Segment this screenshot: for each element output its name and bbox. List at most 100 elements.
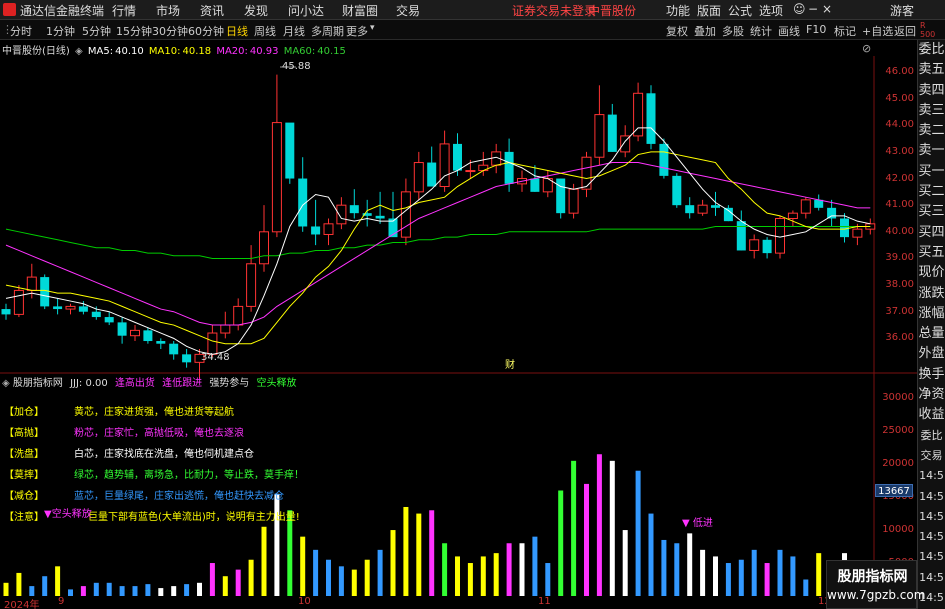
tab-weekly[interactable]: 周线 bbox=[254, 23, 276, 39]
menu-layout[interactable]: 版面 bbox=[697, 2, 721, 19]
price-axis-label: 46.00 bbox=[885, 65, 914, 77]
menu-market[interactable]: 市场 bbox=[156, 2, 180, 19]
candle-body bbox=[26, 276, 37, 291]
order-book-label[interactable]: 卖一 bbox=[918, 141, 945, 161]
volume-bar bbox=[777, 549, 783, 596]
order-book-label[interactable]: 涨跌 bbox=[918, 284, 945, 304]
multi-stock-button[interactable]: 多股 bbox=[722, 23, 744, 39]
candle bbox=[91, 306, 101, 320]
candle-body bbox=[787, 212, 798, 219]
order-book-label[interactable]: 涨幅 bbox=[918, 304, 945, 324]
date-month-10: 10 bbox=[298, 596, 311, 607]
overlay-button[interactable]: 叠加 bbox=[694, 23, 716, 39]
stock-name: 中晋股份 bbox=[588, 4, 637, 18]
order-book-label[interactable]: 卖三 bbox=[918, 101, 945, 121]
tab-60min[interactable]: 60分钟 bbox=[188, 23, 224, 39]
adjust-button[interactable]: 复权 bbox=[666, 23, 688, 39]
menu-news[interactable]: 资讯 bbox=[200, 2, 224, 19]
volume-axis-label: 20000 bbox=[882, 458, 914, 470]
candle bbox=[130, 325, 140, 342]
menu-trade[interactable]: 交易 bbox=[396, 2, 420, 19]
candle-body bbox=[271, 122, 282, 233]
user-icon[interactable]: ☺ bbox=[793, 2, 806, 16]
candle-body bbox=[104, 317, 114, 323]
order-book-label[interactable]: 买五 bbox=[918, 243, 945, 263]
order-book-label[interactable]: 委比 bbox=[918, 40, 945, 60]
order-book-label[interactable]: 现价 bbox=[918, 263, 945, 283]
tab-30min[interactable]: 30分钟 bbox=[152, 23, 188, 39]
candle-body bbox=[581, 156, 592, 190]
minimize-icon[interactable]: − bbox=[808, 2, 818, 16]
candle-body bbox=[594, 114, 605, 158]
date-month-9: 9 bbox=[58, 596, 65, 607]
candle bbox=[594, 85, 605, 166]
candle-body bbox=[775, 217, 785, 254]
volume-bar bbox=[751, 549, 757, 596]
candle bbox=[749, 234, 760, 259]
legend-row: 【莫摔】 绿芯，趋势辅，离场急，比耐力，等止跌，莫手痒！ bbox=[4, 466, 304, 481]
indicator-icon[interactable]: ◈ bbox=[2, 378, 10, 389]
volume-bar bbox=[738, 559, 744, 596]
volume-bar bbox=[545, 563, 551, 596]
tab-15min[interactable]: 15分钟 bbox=[116, 23, 152, 39]
menu-wealth[interactable]: 财富圈 bbox=[342, 2, 378, 19]
tab-intraday[interactable]: 分时 bbox=[10, 23, 32, 39]
order-book-label[interactable]: 外盘 bbox=[918, 344, 945, 364]
back-button[interactable]: 返回 bbox=[894, 23, 916, 39]
order-book-label[interactable]: 净资 bbox=[918, 385, 945, 405]
menu-formula[interactable]: 公式 bbox=[728, 2, 752, 19]
order-book-label[interactable]: 换手 bbox=[918, 365, 945, 385]
volume-bar bbox=[493, 553, 499, 596]
menu-function[interactable]: 功能 bbox=[666, 2, 690, 19]
add-watchlist-button[interactable]: +自选 bbox=[862, 23, 893, 39]
candle bbox=[672, 173, 682, 208]
candle-body bbox=[130, 329, 140, 337]
menu-options[interactable]: 选项 bbox=[759, 2, 783, 19]
order-book-label[interactable]: 总量 bbox=[918, 324, 945, 344]
mark-button[interactable]: 标记 bbox=[834, 23, 856, 39]
volume-axis-label: 25000 bbox=[882, 425, 914, 437]
login-notice[interactable]: 证券交易未登录 bbox=[512, 2, 596, 19]
candle bbox=[271, 74, 282, 238]
candle bbox=[800, 197, 811, 219]
menu-ask[interactable]: 问小达 bbox=[288, 2, 324, 19]
candle bbox=[427, 146, 437, 187]
volume-bar bbox=[455, 556, 460, 596]
stats-button[interactable]: 统计 bbox=[750, 23, 772, 39]
tab-5min[interactable]: 5分钟 bbox=[82, 23, 111, 39]
tab-daily[interactable]: 日线 bbox=[226, 23, 248, 39]
menu-quotes[interactable]: 行情 bbox=[112, 2, 136, 19]
volume-bar bbox=[119, 586, 125, 596]
price-axis-label: 44.00 bbox=[885, 119, 914, 131]
tab-more[interactable]: 更多 bbox=[346, 23, 368, 39]
guest-label[interactable]: 游客 bbox=[890, 2, 914, 19]
f10-button[interactable]: F10 bbox=[806, 23, 826, 36]
volume-bar bbox=[467, 563, 473, 596]
order-book-label[interactable]: 卖二 bbox=[918, 121, 945, 141]
order-book-label[interactable]: 买一 bbox=[918, 162, 945, 182]
legend-text: 白芯，庄家找底在洗盘，俺也伺机建点仓 bbox=[74, 449, 254, 460]
trade-time-label: 14:5 bbox=[919, 509, 944, 523]
tab-1min[interactable]: 1分钟 bbox=[46, 23, 75, 39]
order-book-label[interactable]: 买三 bbox=[918, 202, 945, 222]
tab-multi-period[interactable]: 多周期 bbox=[311, 23, 344, 39]
order-book-label[interactable]: 买二 bbox=[918, 182, 945, 202]
order-book-label[interactable]: 卖五 bbox=[918, 60, 945, 80]
indicator-title[interactable]: 股朋指标网 bbox=[13, 378, 63, 389]
order-book-label[interactable]: 买四 bbox=[918, 223, 945, 243]
candle-body bbox=[53, 306, 63, 310]
menu-discover[interactable]: 发现 bbox=[244, 2, 268, 19]
draw-line-button[interactable]: 画线 bbox=[778, 23, 800, 39]
volume-bar bbox=[713, 556, 718, 596]
close-icon[interactable]: × bbox=[822, 2, 832, 16]
candle-body bbox=[182, 354, 192, 363]
tab-monthly[interactable]: 月线 bbox=[283, 23, 305, 39]
more-chevron-icon[interactable]: ▾ bbox=[370, 23, 375, 33]
jjj-value: JJJ: 0.00 bbox=[70, 378, 108, 389]
volume-bar bbox=[532, 536, 538, 596]
candle bbox=[117, 317, 127, 344]
order-book-label[interactable]: 卖四 bbox=[918, 81, 945, 101]
order-book-label[interactable]: 收益 bbox=[918, 405, 945, 425]
legend-text: 巨量下部有蓝色(大单流出)时，说明有主力出量! bbox=[88, 512, 300, 523]
finance-marker[interactable]: 财 bbox=[505, 358, 515, 371]
